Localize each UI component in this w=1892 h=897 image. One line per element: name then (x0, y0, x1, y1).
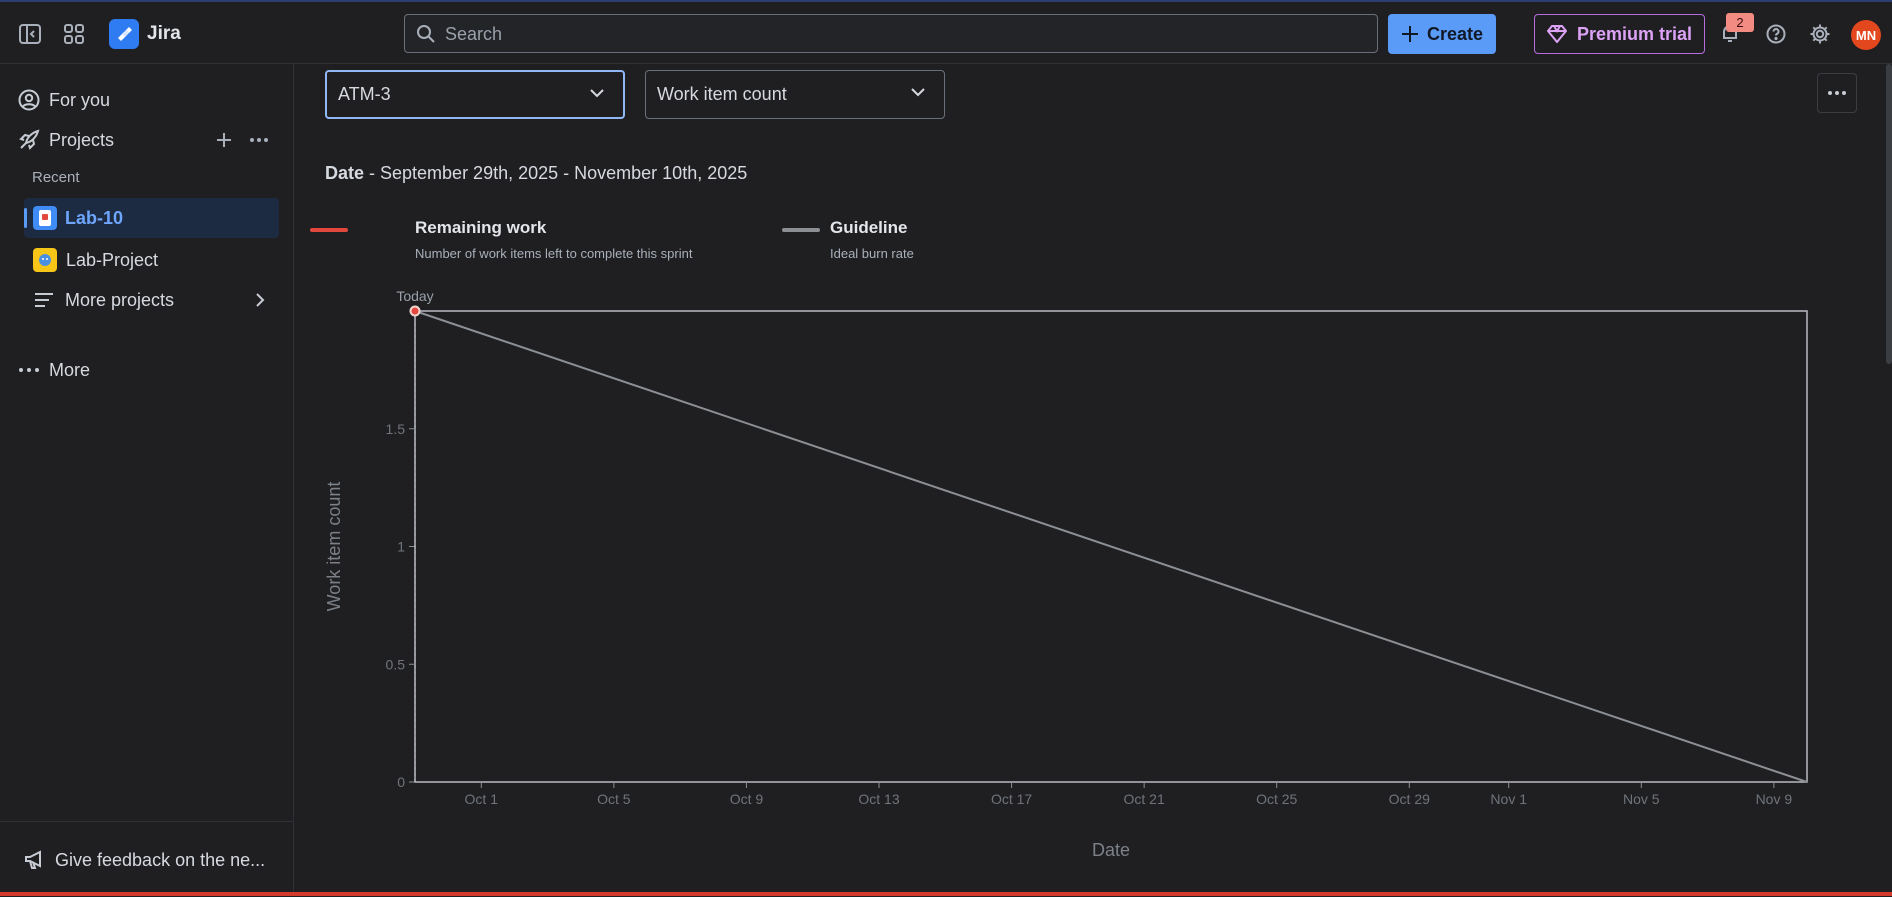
search-box[interactable] (404, 14, 1378, 54)
sidebar-item-label: For you (49, 89, 111, 110)
feedback-section: Give feedback on the ne... (0, 821, 293, 897)
window-bottom-edge (0, 892, 1892, 896)
x-tick-label: Oct 21 (1124, 791, 1165, 807)
x-tick-label: Oct 17 (991, 791, 1032, 807)
x-tick-label: Nov 1 (1490, 791, 1527, 807)
premium-trial-button[interactable]: Premium trial (1534, 14, 1705, 54)
premium-trial-label: Premium trial (1576, 23, 1693, 44)
sidebar-toggle-icon[interactable] (18, 22, 42, 46)
plus-icon (1401, 26, 1418, 42)
sidebar-item-more-projects[interactable]: More projects (33, 286, 269, 314)
megaphone-icon (25, 850, 41, 869)
today-marker-label: Today (396, 288, 433, 304)
y-tick-label: 0 (397, 774, 405, 790)
x-tick-label: Oct 13 (858, 791, 899, 807)
sidebar-item-label: Projects (49, 129, 115, 150)
x-tick-label: Nov 5 (1623, 791, 1660, 807)
x-axis-label: Date (1092, 840, 1130, 860)
jira-logo-icon[interactable] (109, 19, 139, 49)
main-content: ATM-3 Work item count Date - September 2… (295, 64, 1892, 896)
y-tick-label: 1.5 (386, 421, 406, 437)
sidebar: For you Projects Recent Lab-10 Lab-Proje… (0, 64, 294, 896)
selected-indicator (24, 208, 27, 228)
app-switcher-icon[interactable] (62, 22, 86, 46)
project-name: Lab-Project (66, 249, 159, 270)
search-input[interactable] (443, 15, 1367, 54)
user-avatar[interactable]: MN (1851, 20, 1881, 50)
search-icon (416, 24, 436, 49)
lab-10-project-icon (33, 206, 57, 230)
lab-project-icon (33, 248, 57, 272)
y-axis-label: Work item count (324, 482, 344, 612)
sidebar-item-label: More (49, 359, 91, 380)
feedback-label: Give feedback on the ne... (55, 849, 266, 870)
give-feedback-button[interactable]: Give feedback on the ne... (24, 846, 265, 874)
list-icon (35, 293, 53, 307)
x-tick-label: Oct 25 (1256, 791, 1297, 807)
series-point-remaining-work (409, 305, 421, 317)
top-navigation-bar: Jira Create Premium trial 2 MN (0, 0, 1892, 64)
sidebar-item-for-you[interactable]: For you (18, 86, 110, 114)
x-tick-label: Oct 1 (465, 791, 499, 807)
x-tick-label: Oct 9 (730, 791, 764, 807)
y-tick-label: 0.5 (386, 656, 406, 672)
scrollbar[interactable] (1886, 64, 1892, 364)
app-name[interactable]: Jira (147, 23, 181, 45)
projects-more-icon[interactable] (248, 129, 270, 151)
y-tick-label: 1 (397, 539, 405, 555)
x-tick-label: Oct 29 (1389, 791, 1430, 807)
rocket-icon (19, 129, 40, 150)
notification-count-badge: 2 (1726, 13, 1754, 32)
help-icon[interactable] (1764, 22, 1788, 46)
x-tick-label: Nov 9 (1756, 791, 1793, 807)
sidebar-item-label: More projects (65, 289, 175, 310)
more-dots-icon (19, 368, 39, 372)
x-tick-label: Oct 5 (597, 791, 631, 807)
create-button-label: Create (1426, 23, 1484, 44)
sidebar-item-lab-10[interactable]: Lab-10 (24, 198, 279, 238)
recent-section-label: Recent (32, 169, 80, 186)
user-circle-icon (18, 89, 40, 111)
diamond-icon (1546, 25, 1567, 43)
burndown-chart: 0 0.5 1 1.5 Oct 1 Oct 5 Oct 9 Oct 13 Oct 17 Oct 2… (324, 288, 1808, 860)
chevron-right-icon (256, 293, 265, 307)
create-button[interactable]: Create (1388, 14, 1496, 54)
sidebar-item-more[interactable]: More (18, 356, 90, 384)
settings-gear-icon[interactable] (1808, 22, 1832, 46)
series-line-guideline (414, 310, 1808, 783)
sidebar-item-lab-project[interactable]: Lab-Project (33, 246, 158, 274)
add-project-icon[interactable] (213, 129, 235, 151)
project-name: Lab-10 (65, 208, 124, 228)
sidebar-item-projects[interactable]: Projects (18, 126, 114, 154)
